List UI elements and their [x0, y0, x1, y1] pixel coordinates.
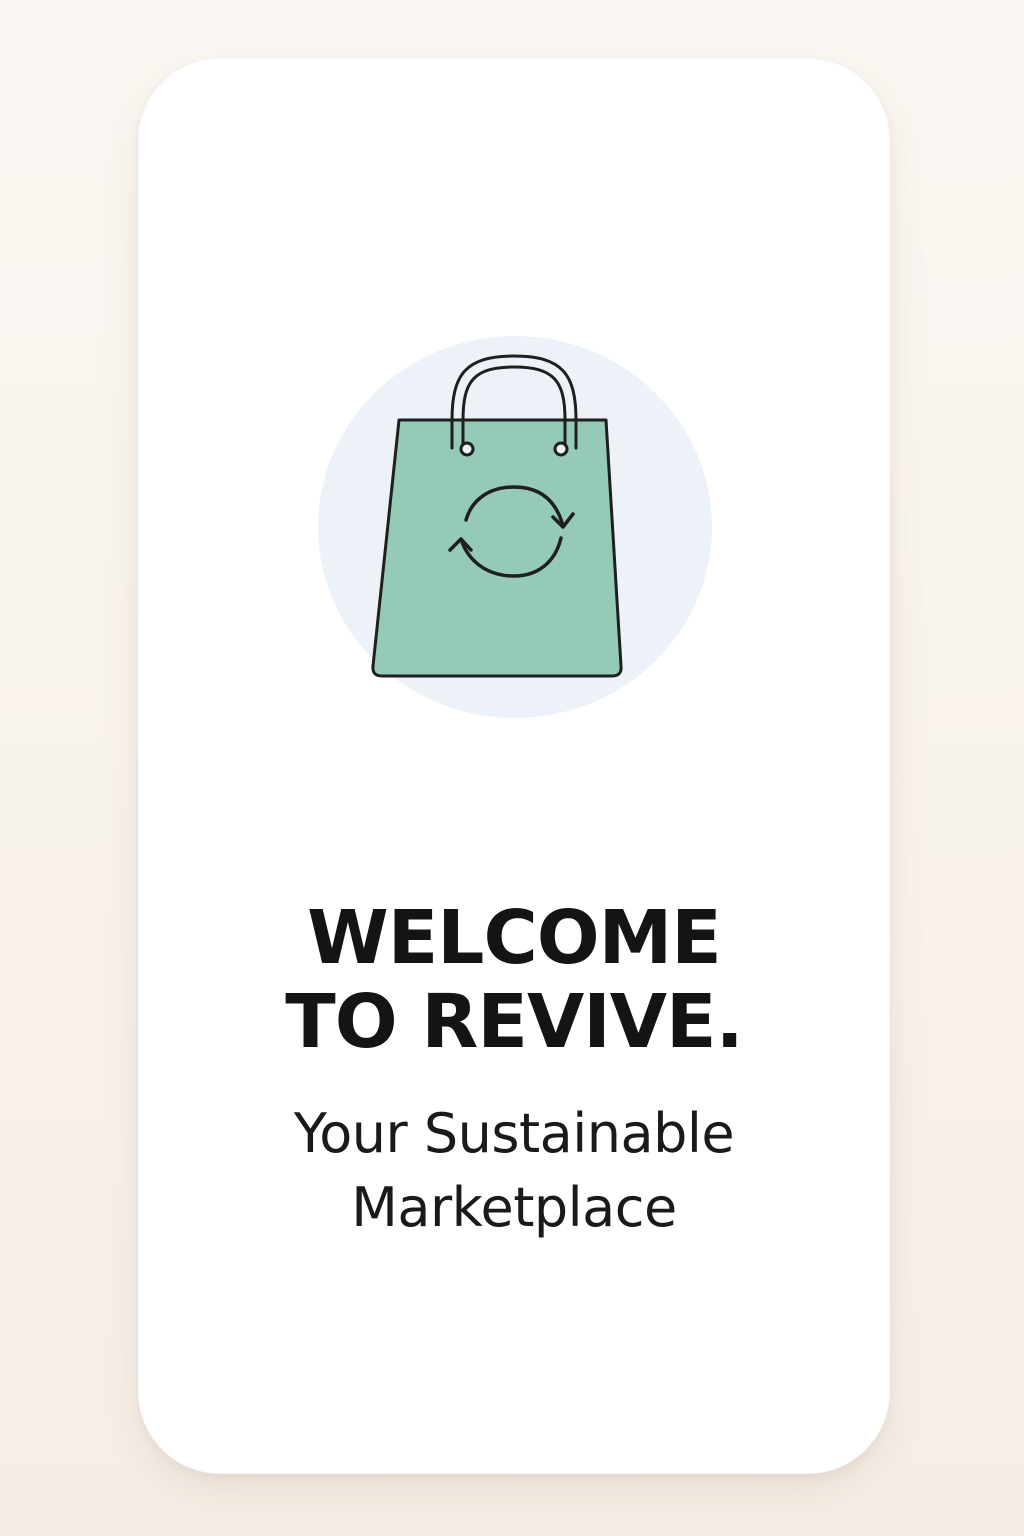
- welcome-subtitle-line-2: Marketplace: [351, 1176, 677, 1239]
- app-logo: [318, 336, 712, 718]
- shopping-bag-recycle-icon: [371, 354, 623, 678]
- welcome-title-line-2: TO REVIVE.: [285, 979, 743, 1065]
- welcome-title-line-1: WELCOME: [307, 895, 722, 981]
- phone-screen: WELCOME TO REVIVE. Your Sustainable Mark…: [138, 58, 890, 1474]
- welcome-subtitle-line-1: Your Sustainable: [293, 1102, 735, 1165]
